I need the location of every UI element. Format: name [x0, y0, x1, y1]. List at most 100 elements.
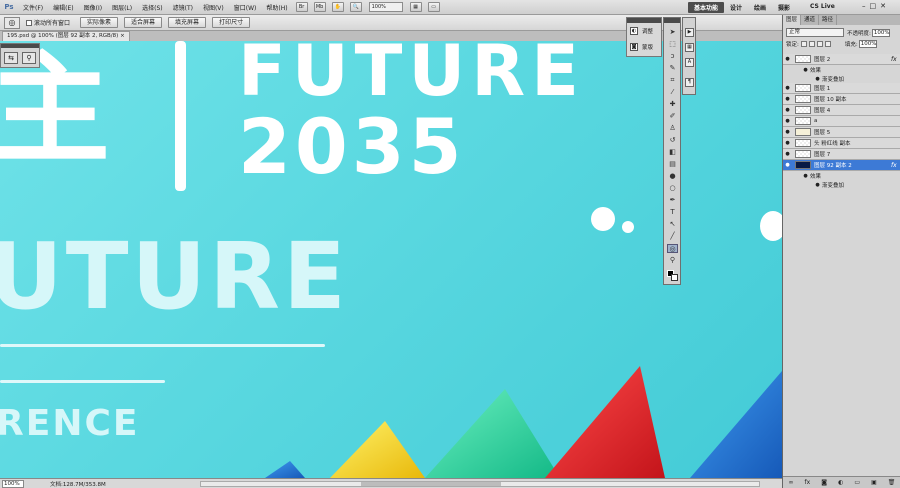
workspace-photography[interactable]: 摄影	[772, 2, 796, 13]
close-tab-icon[interactable]: ×	[120, 33, 125, 39]
add-mask-icon[interactable]: ◙	[821, 479, 827, 486]
opacity-field[interactable]: 100%	[871, 28, 890, 37]
menu-image[interactable]: 图像(I)	[79, 3, 107, 12]
scroll-all-windows-checkbox[interactable]	[26, 19, 32, 26]
zoom-tool-preset-icon[interactable]: ◎	[4, 16, 20, 29]
maximize-icon[interactable]: □	[870, 2, 877, 10]
menu-file[interactable]: 文件(F)	[18, 3, 48, 12]
zoom-level-select[interactable]: 100%	[368, 2, 403, 12]
document-tab[interactable]: 195.psd @ 100% (图层 92 副本 2, RGB/8) ×	[2, 31, 130, 41]
eyedropper-tool-icon[interactable]: ⁄	[667, 88, 678, 97]
left-dock-header[interactable]	[1, 44, 39, 48]
shape-tool-icon[interactable]: ╱	[667, 232, 678, 241]
layer-row[interactable]: ● 图层 92 副本 2 fx	[783, 160, 900, 171]
close-icon[interactable]: ✕	[880, 2, 886, 10]
layer-row[interactable]: ● a	[783, 116, 900, 127]
lock-position-icon[interactable]	[816, 40, 823, 47]
blend-mode-select[interactable]: 正常	[786, 28, 844, 37]
minimize-icon[interactable]: –	[862, 2, 866, 10]
layer-style-icon[interactable]: fx	[805, 479, 811, 486]
eye-icon[interactable]: ●	[813, 76, 822, 82]
masks-item[interactable]: ◙ 蒙版	[627, 39, 661, 55]
layer-fx-badge[interactable]: fx	[891, 162, 900, 169]
arrange-docs-icon[interactable]: ▦	[409, 2, 422, 12]
swatches-icon[interactable]: ▦	[685, 43, 694, 52]
eye-icon[interactable]: ●	[783, 56, 792, 62]
marquee-tool-icon[interactable]: ⬚	[667, 40, 678, 49]
lock-all-icon[interactable]	[824, 40, 831, 47]
eye-icon[interactable]: ●	[783, 129, 792, 135]
path-select-tool-icon[interactable]: ↖	[667, 220, 678, 229]
horizontal-scrollbar[interactable]	[200, 481, 760, 487]
eye-icon[interactable]: ●	[783, 85, 792, 91]
lasso-tool-icon[interactable]: ↄ	[667, 52, 678, 61]
menu-edit[interactable]: 编辑(E)	[48, 3, 78, 12]
move-tool-icon[interactable]: ➤	[667, 28, 678, 37]
layer-row[interactable]: ● 图层 4	[783, 105, 900, 116]
layer-effect-row[interactable]: ● 渐变叠加	[783, 74, 900, 83]
actual-pixels-button[interactable]: 实际像素	[80, 17, 119, 28]
bridge-icon[interactable]: Br	[295, 2, 308, 12]
scrollbar-thumb[interactable]	[361, 482, 501, 486]
zoom-tool-icon[interactable]: 🔍	[349, 2, 362, 12]
navigator-icon[interactable]: ▶	[685, 28, 694, 37]
layer-row[interactable]: ● 头 粉红线 副本	[783, 138, 900, 149]
adjustment-layer-icon[interactable]: ◐	[838, 479, 843, 486]
layer-row[interactable]: ● 图层 7	[783, 149, 900, 160]
zoom-tool-icon[interactable]: ⚲	[667, 256, 678, 265]
blur-tool-icon[interactable]: ●	[667, 172, 678, 181]
link-layers-icon[interactable]: ∞	[789, 479, 794, 486]
background-color-swatch[interactable]	[671, 274, 678, 281]
layer-effect-row[interactable]: ● 效果	[783, 171, 900, 180]
menu-filter[interactable]: 滤镜(T)	[168, 3, 198, 12]
eye-icon[interactable]: ●	[783, 118, 792, 124]
history-brush-tool-icon[interactable]: ↺	[667, 136, 678, 145]
tools-panel-header[interactable]	[664, 18, 680, 23]
tab-paths[interactable]: 路径	[819, 15, 838, 25]
fill-field[interactable]: 100%	[858, 39, 877, 48]
3d-rotate-tool-icon[interactable]: ◎	[667, 244, 678, 253]
type-tool-icon[interactable]: T	[667, 208, 678, 217]
eye-icon[interactable]: ●	[783, 140, 792, 146]
screen-mode-icon[interactable]: ▭	[427, 2, 440, 12]
new-group-icon[interactable]: ▭	[854, 479, 860, 486]
eye-icon[interactable]: ●	[783, 107, 792, 113]
menu-help[interactable]: 帮助(H)	[261, 3, 292, 12]
puppet-icon[interactable]: ⚲	[22, 52, 36, 64]
eye-icon[interactable]: ●	[783, 96, 792, 102]
dodge-tool-icon[interactable]: ○	[667, 184, 678, 193]
layer-row[interactable]: ● 图层 10 副本	[783, 94, 900, 105]
lock-transparent-icon[interactable]	[800, 40, 807, 47]
eye-icon[interactable]: ●	[813, 182, 822, 188]
tab-layers[interactable]: 图层	[783, 15, 802, 25]
eye-icon[interactable]: ●	[801, 67, 810, 73]
layer-effect-row[interactable]: ● 效果	[783, 65, 900, 74]
swap-icon[interactable]: ⇆	[4, 52, 18, 64]
character-icon[interactable]: A	[685, 58, 694, 67]
layer-row[interactable]: ● 图层 5	[783, 127, 900, 138]
layer-fx-badge[interactable]: fx	[891, 56, 900, 63]
quick-select-tool-icon[interactable]: ✎	[667, 64, 678, 73]
menu-window[interactable]: 窗口(W)	[229, 3, 262, 12]
brush-tool-icon[interactable]: ✐	[667, 112, 678, 121]
eye-icon[interactable]: ●	[783, 151, 792, 157]
mini-bridge-icon[interactable]: Mb	[313, 2, 326, 12]
new-layer-icon[interactable]: ▣	[871, 479, 877, 486]
cs-live-button[interactable]: CS Live	[810, 3, 835, 10]
workspace-painting[interactable]: 绘画	[748, 2, 772, 13]
menu-select[interactable]: 选择(S)	[137, 3, 168, 12]
healing-brush-tool-icon[interactable]: ✚	[667, 100, 678, 109]
hand-tool-icon[interactable]: ✋	[331, 2, 344, 12]
lock-pixels-icon[interactable]	[808, 40, 815, 47]
layer-effect-row[interactable]: ● 渐变叠加	[783, 180, 900, 189]
menu-layer[interactable]: 图层(L)	[107, 3, 137, 12]
crop-tool-icon[interactable]: ⌗	[667, 76, 678, 85]
print-size-button[interactable]: 打印尺寸	[212, 17, 251, 28]
pen-tool-icon[interactable]: ✒	[667, 196, 678, 205]
adjustments-item[interactable]: ◐ 调整	[627, 23, 661, 39]
eraser-tool-icon[interactable]: ◧	[667, 148, 678, 157]
workspace-essentials[interactable]: 基本功能	[688, 2, 725, 13]
fit-screen-button[interactable]: 适合屏幕	[124, 17, 163, 28]
tab-channels[interactable]: 通道	[801, 15, 820, 25]
eye-icon[interactable]: ●	[801, 173, 810, 179]
